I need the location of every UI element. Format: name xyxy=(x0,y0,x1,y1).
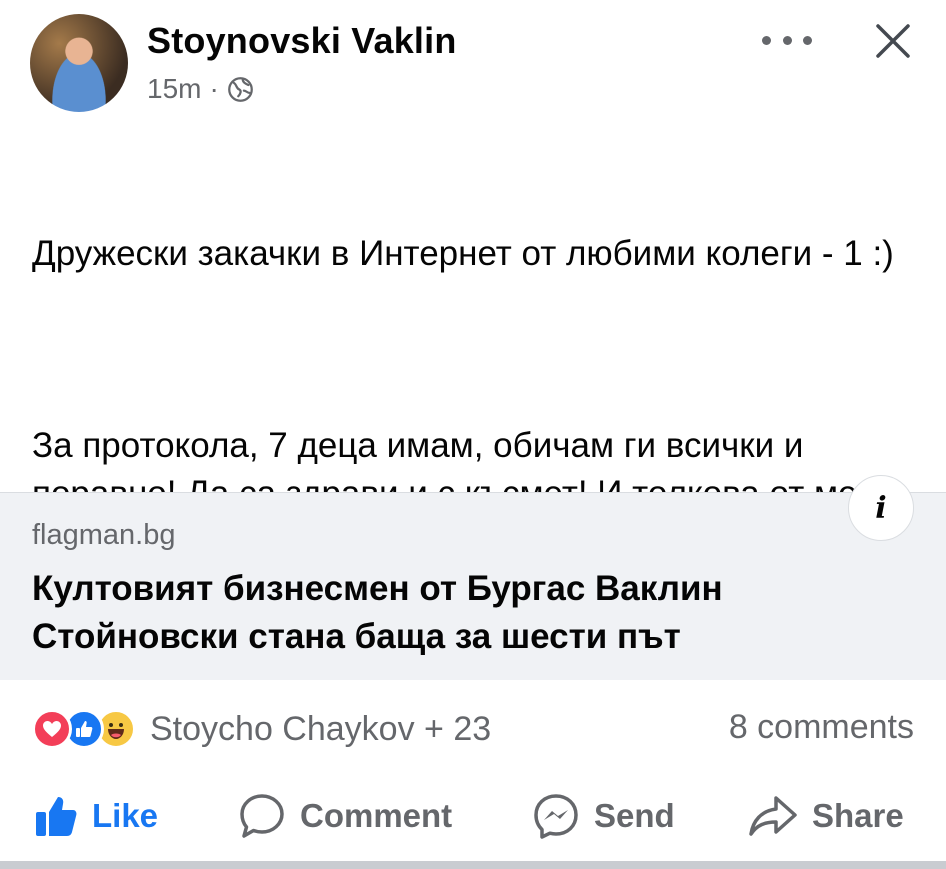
send-button[interactable]: Send xyxy=(532,772,675,860)
post-actions: Like Comment Send Share xyxy=(0,772,946,860)
globe-icon xyxy=(227,76,253,102)
share-button[interactable]: Share xyxy=(748,772,904,860)
reaction-names[interactable]: Stoycho Chaykov + 23 xyxy=(150,710,491,749)
messenger-icon xyxy=(534,794,578,839)
author-name[interactable]: Stoynovski Vaklin xyxy=(147,20,457,62)
comment-label: Comment xyxy=(300,797,453,834)
thumbs-up-icon xyxy=(36,797,77,836)
close-icon[interactable] xyxy=(870,18,916,64)
share-icon xyxy=(749,796,797,836)
divider xyxy=(0,861,946,869)
comment-button[interactable]: Comment xyxy=(238,772,452,860)
link-title[interactable]: Култовият бизнесмен от Бургас Ваклин Сто… xyxy=(32,565,912,661)
post-time[interactable]: 15m xyxy=(147,73,201,105)
comment-icon xyxy=(240,794,284,838)
like-button[interactable]: Like xyxy=(34,772,158,860)
comments-count[interactable]: 8 comments xyxy=(729,708,914,747)
link-preview-card[interactable]: i flagman.bg Култовият бизнесмен от Бург… xyxy=(0,475,946,680)
reactions-summary[interactable]: Stoycho Chaykov + 23 xyxy=(32,700,491,758)
info-icon[interactable]: i xyxy=(848,475,914,541)
post-paragraph-1: Дружески закачки в Интернет от любими ко… xyxy=(32,234,894,273)
send-label: Send xyxy=(594,797,675,834)
post-meta: 15m · xyxy=(147,72,254,106)
like-label: Like xyxy=(92,797,159,834)
share-label: Share xyxy=(812,797,904,834)
link-domain: flagman.bg xyxy=(32,519,176,551)
meta-separator: · xyxy=(209,73,219,104)
love-reaction-icon xyxy=(32,709,72,749)
post-header: Stoynovski Vaklin 15m · xyxy=(0,0,946,120)
author-avatar[interactable] xyxy=(30,14,128,112)
more-options-icon[interactable] xyxy=(762,28,812,52)
